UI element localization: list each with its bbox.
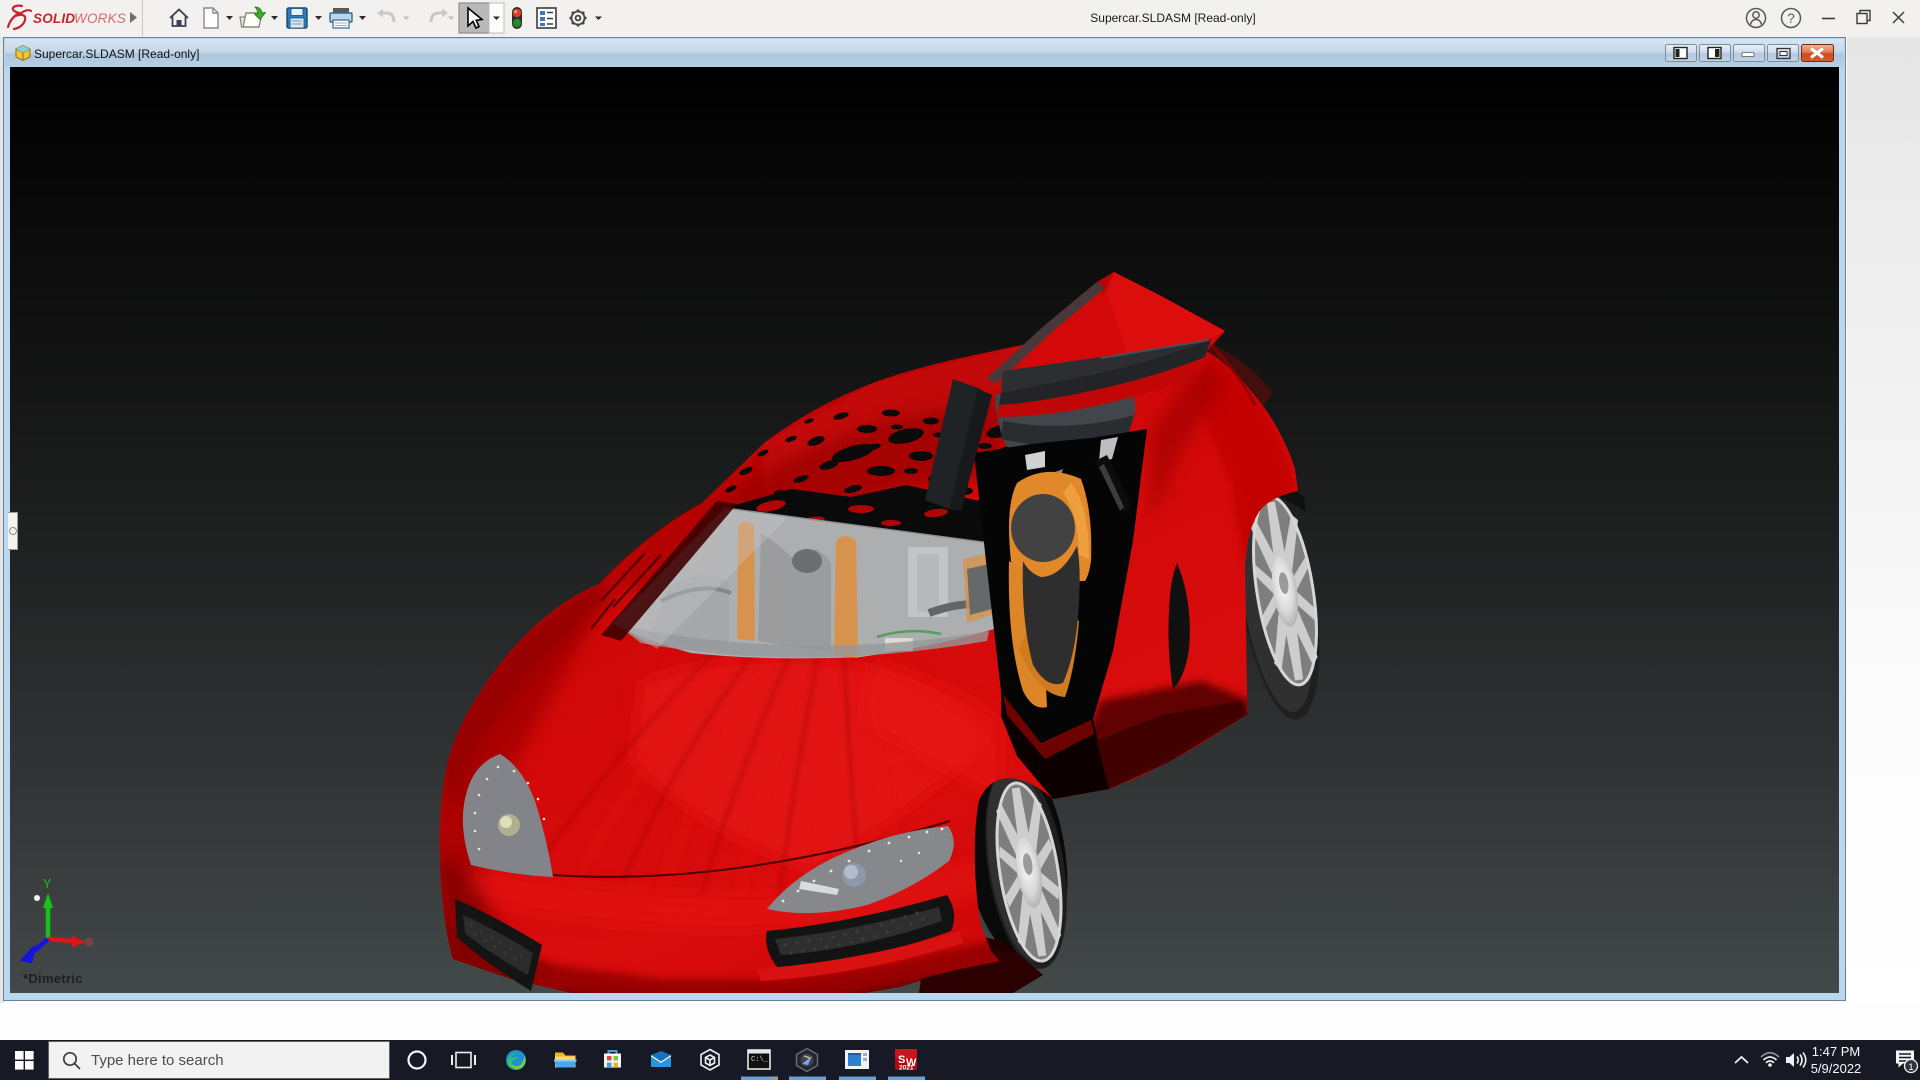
svg-text:WORKS: WORKS (74, 11, 126, 26)
svg-text:1: 1 (1908, 1062, 1913, 1073)
svg-text:2021: 2021 (899, 1065, 914, 1072)
svg-text:5/9/2022: 5/9/2022 (1811, 1061, 1862, 1076)
svg-text:SOLID: SOLID (33, 11, 75, 26)
svg-text:?: ? (1787, 11, 1795, 26)
svg-text:1:47 PM: 1:47 PM (1812, 1044, 1860, 1059)
svg-text:Y: Y (43, 877, 52, 891)
svg-text:C:\_: C:\_ (751, 1056, 769, 1064)
